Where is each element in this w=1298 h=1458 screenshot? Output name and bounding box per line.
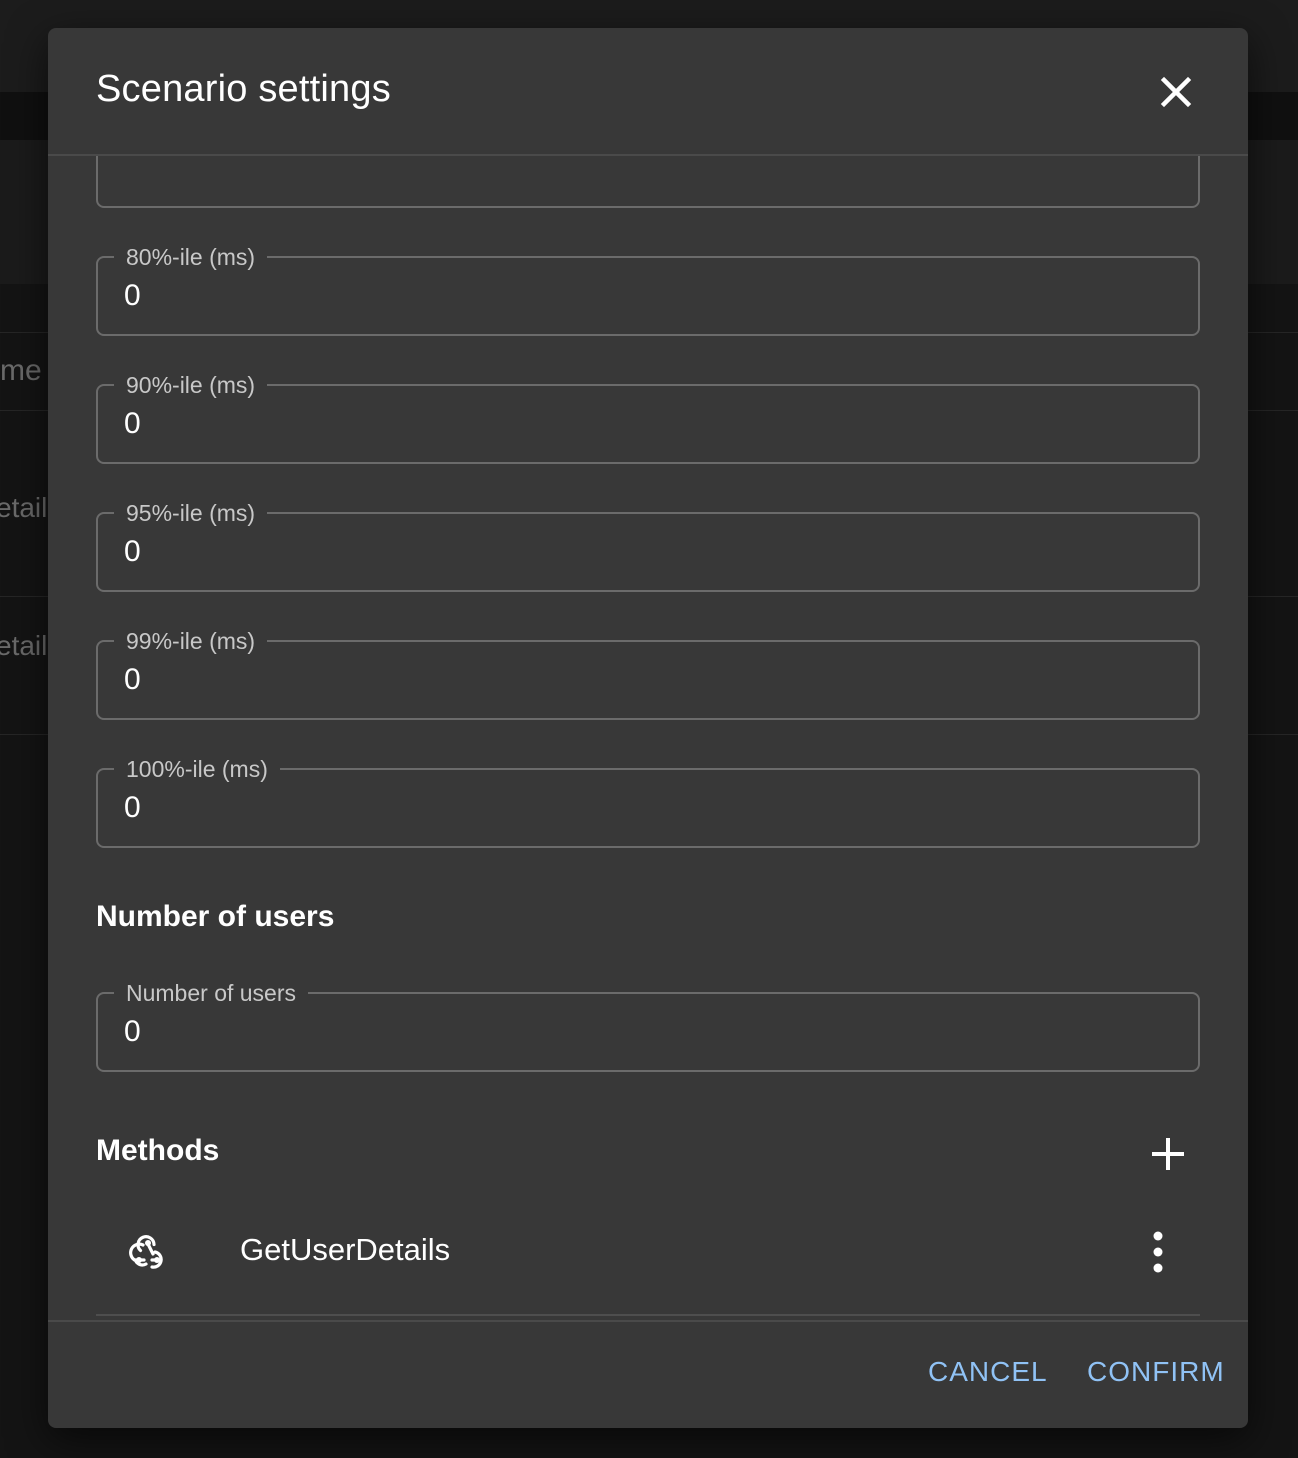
percentile-90-field[interactable]: 90%-ile (ms) 0	[96, 370, 1200, 464]
number-of-users-field[interactable]: Number of users 0	[96, 978, 1200, 1072]
method-name: GetUserDetails	[240, 1232, 451, 1267]
field-value[interactable]: 0	[124, 406, 141, 442]
method-list-item[interactable]: GetUserDetails	[96, 1206, 1200, 1316]
background-row-text: etail	[0, 630, 48, 661]
webhook-icon	[129, 1235, 163, 1269]
scenario-settings-dialog: Scenario settings 80%-ile (ms) 0 90%-ile…	[48, 28, 1248, 1428]
scrolled-field[interactable]	[96, 156, 1200, 208]
cancel-button[interactable]: CANCEL	[928, 1356, 1048, 1388]
field-value[interactable]: 0	[124, 1014, 141, 1050]
dialog-title: Scenario settings	[96, 68, 391, 110]
field-label: 90%-ile (ms)	[114, 370, 268, 400]
field-value[interactable]: 0	[124, 278, 141, 314]
confirm-button[interactable]: CONFIRM	[1087, 1356, 1225, 1388]
field-label: 100%-ile (ms)	[114, 754, 280, 784]
add-method-button[interactable]	[1146, 1132, 1190, 1176]
dialog-actions: CANCEL CONFIRM	[48, 1320, 1248, 1428]
percentile-100-field[interactable]: 100%-ile (ms) 0	[96, 754, 1200, 848]
percentile-99-field[interactable]: 99%-ile (ms) 0	[96, 626, 1200, 720]
close-button[interactable]	[1152, 68, 1200, 116]
percentile-80-field[interactable]: 80%-ile (ms) 0	[96, 242, 1200, 336]
dialog-header: Scenario settings	[48, 28, 1248, 156]
methods-section-title: Methods	[96, 1134, 220, 1167]
field-label: 95%-ile (ms)	[114, 498, 268, 528]
field-value[interactable]: 0	[124, 662, 141, 698]
background-column-header: me	[0, 354, 42, 387]
method-menu-button[interactable]	[1136, 1226, 1180, 1278]
field-label: 99%-ile (ms)	[114, 626, 268, 656]
field-label: 80%-ile (ms)	[114, 242, 268, 272]
background-row-text: etail	[0, 492, 48, 523]
plus-icon	[1152, 1138, 1184, 1170]
close-icon	[1160, 76, 1192, 108]
users-section-title: Number of users	[96, 900, 335, 933]
field-label: Number of users	[114, 978, 309, 1008]
more-vert-icon	[1153, 1231, 1163, 1273]
dialog-content[interactable]: 80%-ile (ms) 0 90%-ile (ms) 0 95%-ile (m…	[48, 156, 1248, 1320]
percentile-95-field[interactable]: 95%-ile (ms) 0	[96, 498, 1200, 592]
field-value[interactable]: 0	[124, 534, 141, 570]
field-value[interactable]: 0	[124, 790, 141, 826]
